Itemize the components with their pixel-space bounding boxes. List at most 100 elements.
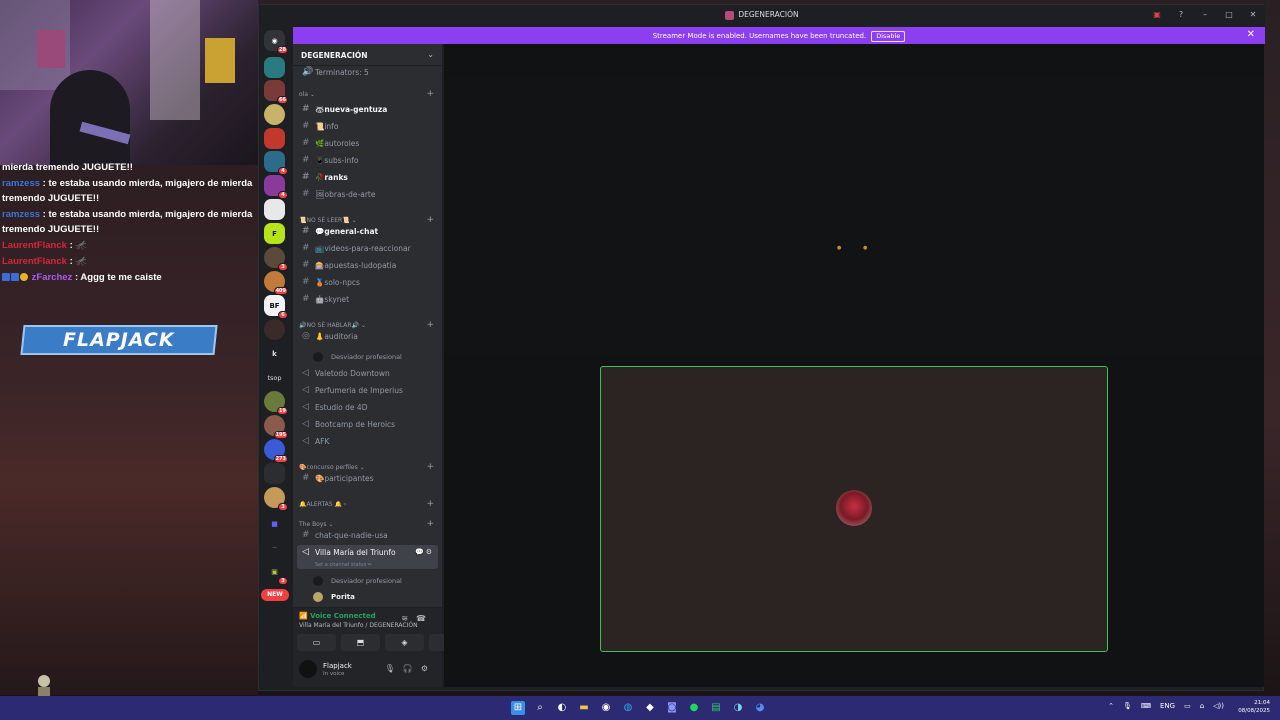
add-channel-icon[interactable]: +: [426, 89, 434, 99]
channel-skynet[interactable]: # 🤖skynet: [297, 292, 438, 307]
help-icon[interactable]: ?: [1175, 10, 1187, 19]
discord-icon[interactable]: ◙: [665, 701, 679, 715]
server-icon[interactable]: 3: [264, 487, 288, 511]
channel-subs-info[interactable]: # 📱subs-info: [297, 153, 438, 168]
voice-user-porita[interactable]: Porita: [313, 590, 433, 604]
maximize-icon[interactable]: □: [1223, 10, 1235, 19]
channel-ranks[interactable]: # 🥀ranks: [297, 170, 438, 185]
voice-channel-counter[interactable]: 🔊 Terminators: 5: [297, 65, 438, 80]
camera-button[interactable]: ▭: [297, 634, 336, 651]
clock[interactable]: 21:04 08/08/2025: [1238, 699, 1270, 715]
channel-obras-de-arte[interactable]: # 🖼obras-de-arte: [297, 187, 438, 202]
search-icon[interactable]: ⌕: [533, 701, 547, 715]
spotify-icon[interactable]: ●: [687, 701, 701, 715]
voice-location[interactable]: Villa María del Triunfo / DEGENERACIÓN: [299, 622, 418, 629]
channel-participantes[interactable]: # 🎨participantes: [297, 471, 438, 486]
server-icon[interactable]: 409: [264, 271, 288, 295]
notepad-icon[interactable]: ▤: [709, 701, 723, 715]
server-icon[interactable]: 19: [264, 391, 288, 415]
disable-button[interactable]: Disable: [871, 31, 906, 42]
voice-channel-auditoria[interactable]: ◎ 👃auditoria: [297, 329, 438, 344]
inbox-icon[interactable]: ▣: [1151, 10, 1163, 19]
voice-channel-afk[interactable]: ◁ AFK: [297, 434, 438, 449]
hash-icon: #: [302, 226, 310, 236]
folder-icon[interactable]: ■: [264, 513, 285, 534]
channel-apuestas-ludopatia[interactable]: # 🎰apuestas-ludopatia: [297, 258, 438, 273]
network-icon[interactable]: ⌂: [1200, 702, 1204, 710]
server-header[interactable]: DEGENERACIÓN ⌄: [293, 44, 442, 66]
server-icon[interactable]: 66: [264, 80, 288, 104]
edge-icon[interactable]: ◍: [621, 701, 635, 715]
screen-share-button[interactable]: ⬒: [341, 634, 380, 651]
server-icon[interactable]: 195: [264, 415, 288, 439]
server-icon[interactable]: [264, 57, 285, 78]
server-icon[interactable]: [264, 128, 285, 149]
voice-channel-estudio[interactable]: ◁ Estudio de 4D: [297, 400, 438, 415]
channel-nueva-gentuza[interactable]: # 🦝nueva-gentuza: [297, 102, 438, 117]
channel-status[interactable]: Set a channel status ✏: [315, 562, 372, 568]
voice-channel-valetodo[interactable]: ◁ Valetodo Downtown: [297, 366, 438, 381]
signal-icon: 📶: [299, 612, 308, 620]
voice-user[interactable]: Desviador profesional: [313, 574, 433, 588]
server-icon[interactable]: [264, 199, 285, 220]
avatar[interactable]: [836, 490, 872, 526]
server-icon[interactable]: 273: [264, 439, 288, 463]
server-icon[interactable]: tsop: [264, 367, 285, 388]
chevron-down-icon[interactable]: ⌄: [427, 50, 434, 59]
microphone-icon[interactable]: 🎙: [385, 664, 403, 673]
notice-close-icon[interactable]: ✕: [1247, 29, 1255, 40]
channel-actions[interactable]: 💬⚙: [415, 545, 434, 560]
volume-icon[interactable]: ◁)): [1213, 702, 1224, 710]
direct-messages-icon[interactable]: ◉ 28: [264, 30, 288, 54]
dark-figure-eyes: ● ●: [837, 245, 878, 251]
server-icon[interactable]: ···: [264, 537, 285, 558]
server-icon-active[interactable]: 4: [264, 175, 288, 199]
voice-participant-tile[interactable]: [600, 366, 1108, 652]
voice-channel-perfumeria[interactable]: ◁ Perfumeria de Imperius: [297, 383, 438, 398]
server-icon[interactable]: [264, 319, 285, 340]
headphones-icon[interactable]: 🎧: [403, 664, 421, 673]
stream-preview[interactable]: ● ●: [444, 77, 1264, 357]
chrome-icon[interactable]: ◉: [599, 701, 613, 715]
server-icon[interactable]: 4: [264, 151, 288, 175]
steam-icon[interactable]: ◆: [643, 701, 657, 715]
category-alertas[interactable]: 🔔ALERTAS 🔔 › +: [299, 499, 436, 510]
close-icon[interactable]: ✕: [1247, 10, 1259, 19]
noise-suppression-icon[interactable]: ≋: [401, 614, 416, 623]
server-icon[interactable]: k: [264, 343, 285, 364]
screen-icon[interactable]: ▭: [1184, 702, 1191, 710]
app-icon[interactable]: ◐: [555, 701, 569, 715]
channel-general-chat[interactable]: # 💬general-chat: [297, 224, 438, 239]
browser-icon[interactable]: ◑: [731, 701, 745, 715]
voice-user[interactable]: Desviador profesional: [313, 350, 433, 364]
language-indicator[interactable]: ENG: [1160, 702, 1175, 710]
microphone-icon[interactable]: 🎙: [1123, 702, 1132, 710]
server-icon[interactable]: 3: [264, 247, 288, 271]
voice-channel-bootcamp[interactable]: ◁ Bootcamp de Heroics: [297, 417, 438, 432]
channel-info[interactable]: # 📜info: [297, 119, 438, 134]
channel-chat-que-nadie-usa[interactable]: # chat-que-nadie-usa: [297, 528, 438, 543]
minimize-icon[interactable]: –: [1199, 10, 1211, 19]
voice-connected-label[interactable]: 📶 Voice Connected: [299, 612, 376, 620]
chevron-up-icon[interactable]: ⌃: [1108, 702, 1114, 710]
channel-autoroles[interactable]: # 🌿autoroles: [297, 136, 438, 151]
avatar[interactable]: [299, 660, 317, 678]
server-icon[interactable]: BF 6: [264, 295, 288, 319]
keyboard-icon[interactable]: ⌨: [1141, 702, 1151, 710]
start-icon[interactable]: ⊞: [511, 701, 525, 715]
channel-solo-npcs[interactable]: # 🥉solo-npcs: [297, 275, 438, 290]
folder-icon[interactable]: ▬: [577, 701, 591, 715]
server-icon[interactable]: [264, 463, 285, 484]
disconnect-icon[interactable]: ☎: [416, 614, 434, 623]
new-badge[interactable]: NEW: [261, 589, 289, 601]
username[interactable]: Flapjack: [323, 662, 352, 670]
channel-videos-para-reaccionar[interactable]: # 📺videos-para-reaccionar: [297, 241, 438, 256]
server-icon[interactable]: ▣ 3: [264, 561, 288, 585]
category-ola[interactable]: ola ⌄ +: [299, 89, 436, 100]
server-icon[interactable]: [264, 104, 285, 125]
app-icon[interactable]: ◕: [753, 701, 767, 715]
server-icon[interactable]: F: [264, 223, 285, 244]
gear-icon[interactable]: ⚙: [421, 664, 436, 673]
add-channel-icon[interactable]: +: [426, 499, 434, 509]
activities-button[interactable]: ◈: [385, 634, 424, 651]
